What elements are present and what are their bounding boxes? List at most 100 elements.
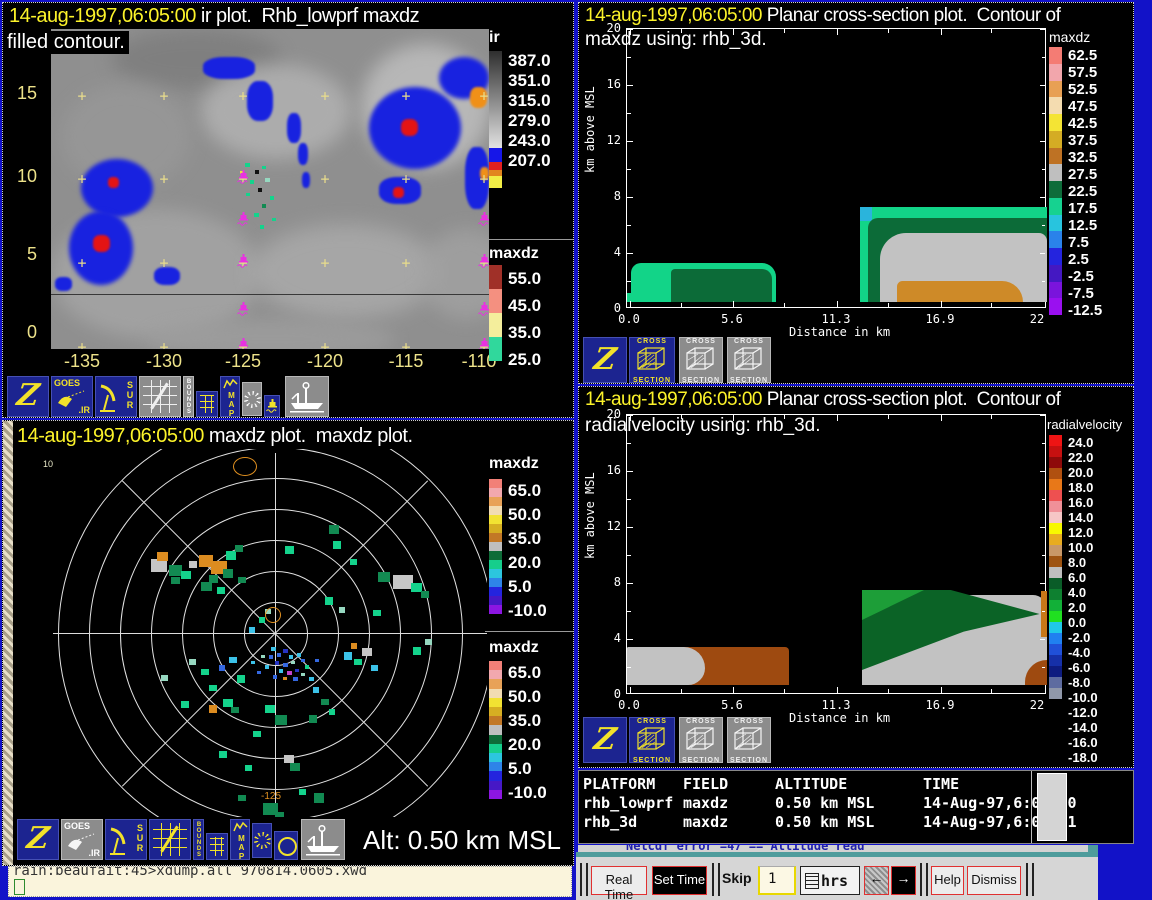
status-scrollbar[interactable]: [1037, 773, 1067, 841]
colorbar-maxdz: 55.045.035.025.0: [489, 265, 541, 361]
colorbar-segment: [489, 176, 502, 188]
set-time-button[interactable]: Set Time: [652, 866, 707, 895]
colorbar-segment: [489, 698, 502, 707]
toolbar2-goes-ir-button[interactable]: GOES .IR: [61, 819, 103, 860]
x-axis-label: Distance in km: [789, 711, 890, 725]
satellite-map: ++++++++++++++++++++++++: [51, 29, 489, 349]
colorbar-segment: [1049, 501, 1062, 512]
y-axis-label: km above MSL: [583, 86, 597, 173]
radar-cell: [289, 655, 293, 659]
xs2-zebra-button[interactable]: Z: [583, 717, 627, 763]
colorbar-title: radialvelocity: [1047, 417, 1122, 432]
axis-tick-label: 12: [599, 133, 621, 147]
toolbar-small-grid-button[interactable]: [196, 391, 218, 417]
colorbar-segment: [1049, 611, 1062, 622]
y-tick: 15: [7, 83, 37, 104]
colorbar-segment: [1049, 567, 1062, 578]
units-button[interactable]: hrs: [800, 866, 860, 895]
toolbar2-small-grid-button[interactable]: [206, 833, 228, 860]
radar-cell: [271, 647, 276, 651]
toolbar-radar-grid-button[interactable]: [139, 376, 181, 417]
terminal-window[interactable]: rain:beaufait:45>xdump.all 970814.0605.x…: [8, 866, 572, 897]
colorbar-segment: [1049, 677, 1062, 688]
toolbar-buoy-button[interactable]: [264, 395, 280, 417]
help-button[interactable]: Help: [931, 866, 964, 895]
toolbar-surveillance-button[interactable]: SUR: [95, 376, 137, 417]
toolbar-map-button[interactable]: MAP: [220, 376, 240, 417]
toolbar2-map-button[interactable]: MAP: [230, 819, 250, 860]
radar-cell: [209, 705, 217, 713]
colorbar-tick-label: 2.0: [1068, 600, 1098, 615]
colorbar-segment: [489, 488, 502, 497]
step-back-button[interactable]: ←: [864, 866, 889, 895]
toolbar2-surveillance-button[interactable]: SUR: [105, 819, 147, 860]
toolbar-goes-ir-button[interactable]: GOES .IR: [51, 376, 93, 417]
colorbar-tick-label: -6.0: [1068, 660, 1098, 675]
toolbar2-radar-grid-button[interactable]: [149, 819, 191, 860]
radar-cell: [283, 677, 287, 680]
colorbar-tick-label: 0.0: [1068, 615, 1098, 630]
toolbar-bounds-button[interactable]: BOUNDS: [183, 376, 194, 417]
skip-value-input[interactable]: 1: [758, 866, 796, 895]
colorbar-tick-label: 20.0: [508, 551, 547, 575]
colorbar-segment: [489, 560, 502, 569]
toolbar-zebra-button[interactable]: Z: [7, 376, 49, 417]
cube-icon: [684, 726, 718, 752]
buoy-icon: [237, 170, 250, 190]
colorbar-tick-label: 32.5: [1068, 149, 1102, 166]
cross-section-button-2[interactable]: CROSS SECTION: [679, 717, 723, 763]
colorbar-tick-label: -12.5: [1068, 302, 1102, 319]
colorbar-segment: [1049, 164, 1062, 181]
radar-cell: [265, 705, 275, 713]
toolbar-ship-button[interactable]: [285, 376, 329, 417]
colorbar-tick-label: 279.0: [508, 111, 551, 131]
toolbar2-bounds-button[interactable]: BOUNDS: [193, 819, 204, 860]
status-header-row: PLATFORMFIELDALTITUDETIME: [583, 775, 959, 793]
radar-cell: [373, 610, 381, 616]
real-time-button[interactable]: Real Time: [591, 866, 647, 895]
colorbar-tick-label: 65.0: [508, 479, 547, 503]
cross-section-button-3[interactable]: CROSS SECTION: [727, 717, 771, 763]
x-tick: -115: [389, 351, 424, 372]
radar-cell: [161, 675, 168, 681]
radar-cell: [413, 647, 421, 655]
colorbar-segment: [1049, 545, 1062, 556]
radar-cell: [425, 639, 432, 645]
radar-cell: [217, 587, 225, 594]
map-squiggle-icon: [223, 378, 239, 390]
toolbar-rosette-button[interactable]: [242, 382, 262, 416]
colorbar-title-maxdz: maxdz: [489, 245, 539, 263]
colorbar-segment: [489, 265, 502, 289]
desktop: 14-aug-1997,06:05:00 ir plot. Rhb_lowprf…: [0, 0, 1152, 900]
toolbar2-rosette-button[interactable]: [252, 823, 272, 858]
toolbar2-ship-button[interactable]: [301, 819, 345, 860]
toolbar2-circle-button[interactable]: [274, 831, 298, 860]
colorbar-segment: [489, 716, 502, 725]
cross-section-button-active[interactable]: CROSS SECTION: [629, 337, 675, 383]
colorbar-tick-label: 22.5: [1068, 183, 1102, 200]
cross-section-button-3[interactable]: CROSS SECTION: [727, 337, 771, 383]
buoy-icon: [478, 254, 489, 274]
panel-xsection-maxdz: 14-aug-1997,06:05:00 Planar cross-sectio…: [578, 2, 1134, 384]
colorbar-tick-label: 7.5: [1068, 234, 1102, 251]
dismiss-button[interactable]: Dismiss: [967, 866, 1021, 895]
xs-zebra-button[interactable]: Z: [583, 337, 627, 383]
panel-title: 14-aug-1997,06:05:00 Planar cross-sectio…: [585, 5, 1060, 27]
plot-ticks: [627, 415, 1045, 693]
colorbar-tick-label: 20.0: [508, 733, 547, 757]
colorbar-tick-label: 2.5: [1068, 251, 1102, 268]
radar-cell: [295, 669, 299, 672]
left-scrollbar[interactable]: [3, 421, 13, 866]
axis-tick-label: 8: [599, 189, 621, 203]
cross-section-button-active[interactable]: CROSS SECTION: [629, 717, 675, 763]
buoy-icon: [478, 302, 489, 322]
colorbar-tick-label: -20.0: [1068, 765, 1098, 768]
colorbar-tick-label: 207.0: [508, 151, 551, 171]
radar-cell: [378, 572, 390, 582]
step-forward-button[interactable]: →: [891, 866, 916, 895]
radar-cell: [301, 673, 305, 676]
cross-section-button-2[interactable]: CROSS SECTION: [679, 337, 723, 383]
axis-tick-label: 22: [1030, 698, 1044, 712]
axis-tick-label: 0.0: [618, 312, 640, 326]
toolbar2-zebra-button[interactable]: Z: [17, 819, 59, 860]
